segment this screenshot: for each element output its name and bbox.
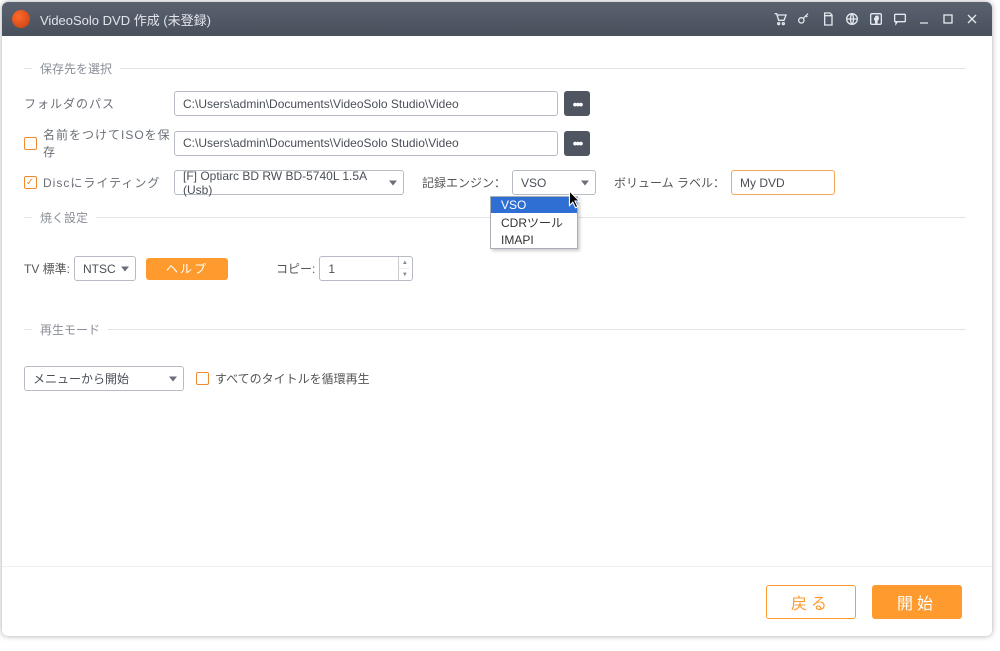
globe-icon[interactable] bbox=[841, 8, 863, 30]
footer: 戻る 開始 bbox=[2, 566, 992, 636]
feedback-icon[interactable] bbox=[889, 8, 911, 30]
input-copies[interactable]: 1 ▲ ▼ bbox=[319, 256, 413, 281]
document-icon[interactable] bbox=[817, 8, 839, 30]
section-play-mode: 再生モード bbox=[24, 321, 970, 338]
help-button[interactable]: ヘルプ bbox=[146, 258, 228, 280]
browse-iso-button[interactable]: ••• bbox=[564, 131, 590, 156]
copies-down-icon: ▼ bbox=[399, 269, 410, 280]
checkbox-write-disc[interactable] bbox=[24, 176, 37, 189]
label-engine: 記録エンジン： bbox=[422, 174, 506, 191]
select-drive[interactable]: [F] Optiarc BD RW BD-5740L 1.5A (Usb) bbox=[174, 170, 404, 195]
key-icon[interactable] bbox=[793, 8, 815, 30]
label-folder-path: フォルダのパス bbox=[24, 95, 174, 112]
input-folder-path[interactable]: C:\Users\admin\Documents\VideoSolo Studi… bbox=[174, 91, 558, 116]
checkbox-save-iso[interactable] bbox=[24, 137, 37, 150]
select-play-start[interactable]: メニューから開始 bbox=[24, 366, 184, 391]
row-play-mode: メニューから開始 すべてのタイトルを循環再生 bbox=[24, 366, 970, 391]
section-save-destination: 保存先を選択 bbox=[24, 60, 970, 77]
select-tv-standard[interactable]: NTSC bbox=[74, 256, 136, 281]
maximize-button[interactable] bbox=[937, 8, 959, 30]
app-window: VideoSolo DVD 作成 (未登録) 保存先を選択 フォルダのパス C:… bbox=[2, 2, 992, 636]
select-engine[interactable]: VSO bbox=[512, 170, 596, 195]
row-folder-path: フォルダのパス C:\Users\admin\Documents\VideoSo… bbox=[24, 91, 970, 116]
label-loop-titles: すべてのタイトルを循環再生 bbox=[215, 370, 370, 387]
engine-option-imapi[interactable]: IMAPI bbox=[491, 232, 577, 248]
titlebar: VideoSolo DVD 作成 (未登録) bbox=[2, 2, 992, 36]
row-burn-settings: TV 標準: NTSC ヘルプ コピー: 1 ▲ ▼ bbox=[24, 256, 970, 281]
label-copies: コピー: bbox=[276, 260, 315, 277]
app-icon bbox=[12, 10, 30, 28]
close-button[interactable] bbox=[961, 8, 983, 30]
engine-option-vso[interactable]: VSO bbox=[491, 197, 577, 213]
cart-icon[interactable] bbox=[769, 8, 791, 30]
facebook-icon[interactable] bbox=[865, 8, 887, 30]
back-button[interactable]: 戻る bbox=[766, 585, 856, 619]
row-save-iso: 名前をつけてISOを保存 C:\Users\admin\Documents\Vi… bbox=[24, 126, 970, 160]
window-title: VideoSolo DVD 作成 (未登録) bbox=[40, 10, 211, 29]
copies-up-icon: ▲ bbox=[399, 257, 410, 269]
engine-dropdown-list: VSO CDRツール IMAPI bbox=[490, 196, 578, 249]
input-volume-label[interactable]: My DVD bbox=[731, 170, 835, 195]
row-write-disc: Discにライティング [F] Optiarc BD RW BD-5740L 1… bbox=[24, 170, 970, 195]
minimize-button[interactable] bbox=[913, 8, 935, 30]
cursor-icon bbox=[568, 190, 582, 210]
settings-panel: 保存先を選択 フォルダのパス C:\Users\admin\Documents\… bbox=[2, 36, 992, 566]
engine-option-cdr[interactable]: CDRツール bbox=[491, 213, 577, 232]
label-volume: ボリューム ラベル： bbox=[614, 174, 725, 191]
browse-folder-button[interactable]: ••• bbox=[564, 91, 590, 116]
checkbox-loop-titles[interactable] bbox=[196, 372, 209, 385]
label-write-disc: Discにライティング bbox=[43, 174, 160, 191]
start-button[interactable]: 開始 bbox=[872, 585, 962, 619]
label-tv-standard: TV 標準: bbox=[24, 260, 70, 277]
input-iso-path[interactable]: C:\Users\admin\Documents\VideoSolo Studi… bbox=[174, 131, 558, 156]
label-save-iso: 名前をつけてISOを保存 bbox=[43, 126, 174, 160]
